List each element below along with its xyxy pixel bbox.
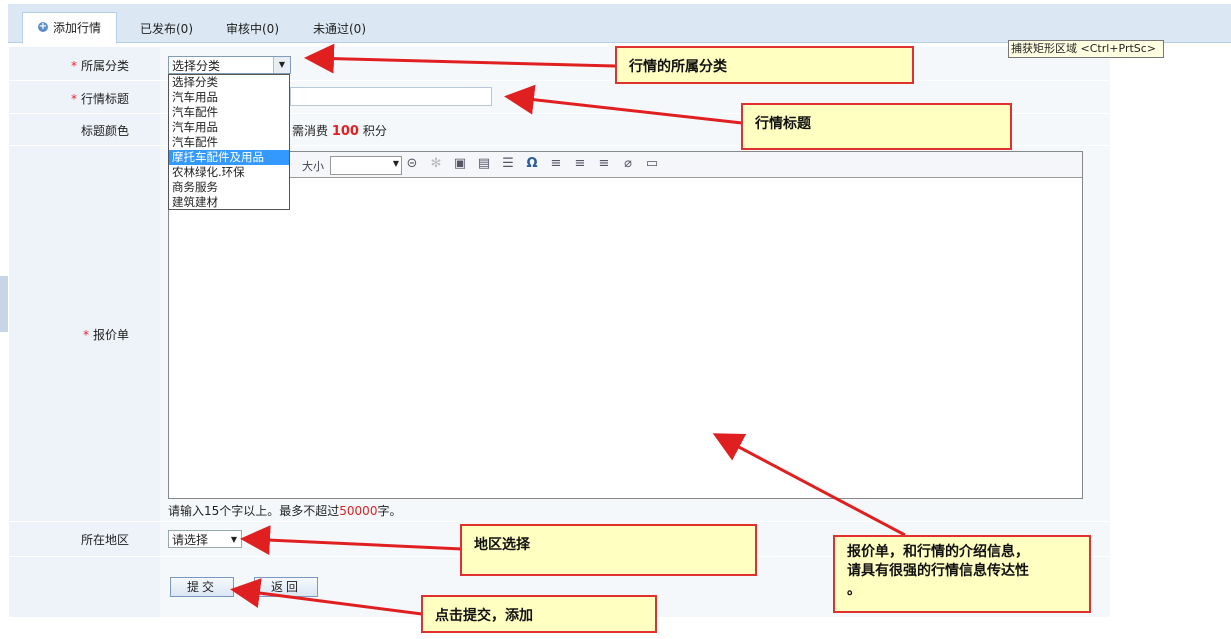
back-button[interactable]: 返回: [254, 577, 318, 597]
dropdown-option[interactable]: 汽车配件: [169, 105, 289, 120]
dropdown-option[interactable]: 汽车用品: [169, 90, 289, 105]
tab-label: 审核中(0): [226, 22, 279, 36]
region-label: 所在地区: [80, 533, 129, 547]
dropdown-option[interactable]: 汽车配件: [169, 135, 289, 150]
font-size-label: 大小: [302, 160, 324, 173]
tab-published[interactable]: 已发布(0): [140, 16, 193, 44]
chevron-down-icon[interactable]: ▼: [273, 57, 290, 73]
submit-button[interactable]: 提交: [170, 577, 234, 597]
dropdown-option[interactable]: 选择分类: [169, 75, 289, 90]
callout-category: 行情的所属分类: [615, 46, 914, 84]
quote-editor[interactable]: [168, 151, 1083, 499]
callout-submit: 点击提交，添加: [421, 595, 657, 633]
char-limit: 50000: [339, 504, 378, 518]
category-select[interactable]: 选择分类 ▼: [168, 56, 291, 74]
editor-toolbar: 大小 ▼ ⊝ ✻ ▣ ▤ ☰ Ω ≡ ≡ ≡ ⌀ ▭: [169, 152, 1082, 178]
cost-value: 100: [331, 124, 359, 139]
region-select[interactable]: 请选择 ▼: [168, 530, 242, 548]
category-label: * 所属分类: [70, 59, 129, 73]
category-selected-value: 选择分类: [172, 59, 221, 73]
color-label: 标题颜色: [80, 124, 129, 138]
chevron-down-icon: ▼: [392, 159, 399, 168]
callout-title: 行情标题: [741, 103, 1012, 150]
image-icon[interactable]: ▣: [453, 157, 467, 171]
dropdown-option-highlighted[interactable]: 摩托车配件及用品: [169, 150, 289, 165]
tab-label: 已发布(0): [140, 22, 193, 36]
media-icon[interactable]: ▤: [477, 157, 491, 171]
tab-add-quote[interactable]: + 添加行情: [22, 12, 118, 44]
callout-line: 请具有很强的行情信息传达性: [847, 563, 1029, 579]
plus-icon: +: [38, 21, 48, 32]
color-cost-text: 需消费 100 积分: [292, 124, 387, 139]
fullscreen-icon[interactable]: ▭: [645, 157, 659, 171]
align-center-icon[interactable]: ≡: [573, 157, 587, 171]
align-left-icon[interactable]: ≡: [549, 157, 563, 171]
hr-icon[interactable]: ☰: [501, 157, 515, 171]
attach-icon[interactable]: ⌀: [621, 157, 635, 171]
dropdown-option[interactable]: 商务服务: [169, 180, 289, 195]
unlink-icon[interactable]: ✻: [429, 157, 443, 171]
capture-tooltip: 捕获矩形区域 <Ctrl+PrtSc>: [1008, 40, 1164, 58]
font-size-select[interactable]: ▼: [330, 156, 402, 175]
title-label: * 行情标题: [70, 92, 129, 106]
chevron-down-icon: ▼: [230, 535, 237, 544]
callout-line: 。: [847, 582, 861, 598]
dropdown-option[interactable]: 农林绿化.环保: [169, 165, 289, 180]
tab-rejected[interactable]: 未通过(0): [313, 16, 366, 44]
editor-hint: 请输入15个字以上。最多不超过50000字。: [168, 504, 402, 518]
link-icon[interactable]: ⊝: [405, 157, 419, 171]
callout-region: 地区选择: [460, 524, 757, 576]
special-char-icon[interactable]: Ω: [525, 157, 539, 171]
tab-bar: + 添加行情 已发布(0) 审核中(0) 未通过(0): [8, 4, 1231, 44]
dropdown-option[interactable]: 建筑建材: [169, 195, 289, 210]
title-input[interactable]: [290, 87, 492, 106]
align-right-icon[interactable]: ≡: [597, 157, 611, 171]
callout-line: 报价单，和行情的介绍信息，: [847, 544, 1029, 560]
tab-label: 未通过(0): [313, 22, 366, 36]
dropdown-option[interactable]: 汽车用品: [169, 120, 289, 135]
callout-quote: 报价单，和行情的介绍信息， 请具有很强的行情信息传达性 。: [833, 535, 1091, 613]
tab-label: 添加行情: [53, 21, 102, 35]
side-collapse-handle[interactable]: [0, 276, 8, 332]
category-dropdown-list[interactable]: 选择分类 汽车用品 汽车配件 汽车用品 汽车配件 摩托车配件及用品 农林绿化.环…: [168, 74, 290, 210]
region-selected-value: 请选择: [172, 533, 209, 547]
row-divider: [9, 521, 1109, 522]
quote-label: * 报价单: [82, 328, 129, 342]
tab-reviewing[interactable]: 审核中(0): [226, 16, 279, 44]
